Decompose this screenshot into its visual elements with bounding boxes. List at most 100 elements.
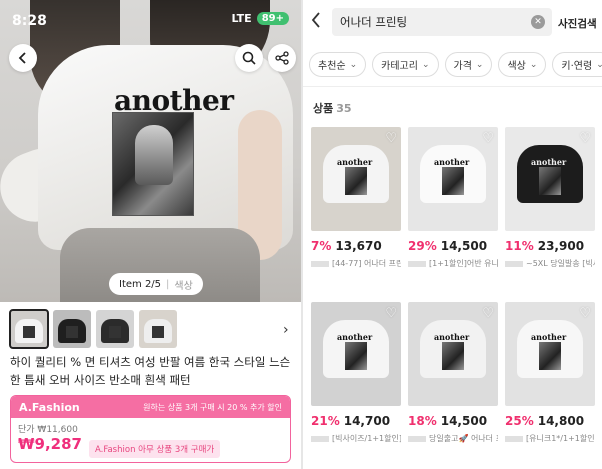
back-button[interactable] [9, 44, 37, 72]
product-thumbnail[interactable] [53, 310, 91, 348]
heart-icon[interactable]: ♡ [579, 306, 591, 321]
heart-icon[interactable]: ♡ [579, 131, 591, 146]
thumbnail-print [23, 326, 35, 338]
product-print-photo [345, 342, 367, 370]
product-image[interactable]: another ♡ [408, 127, 498, 231]
product-price: 13,670 [335, 239, 382, 253]
photo-search-button[interactable]: 사진검색 [558, 16, 597, 31]
product-print-photo [539, 167, 561, 195]
filter-chip-label: 카테고리 [381, 61, 418, 72]
heart-icon[interactable]: ♡ [385, 306, 397, 321]
product-image[interactable]: another ♡ [505, 302, 595, 406]
discount-percent: 11% [505, 239, 534, 253]
share-icon [275, 51, 289, 65]
product-print-photo [539, 342, 561, 370]
product-card[interactable]: another ♡ 25% 14,800 [유니크1*/1+1할인] [505, 302, 595, 444]
result-count: 상품 35 [313, 100, 352, 116]
product-name: [유니크1*/1+1할인] [505, 433, 595, 444]
hero-image-shape [135, 125, 173, 185]
search-input[interactable]: 어나더 프린팅 ✕ [332, 8, 552, 36]
product-price: 14,500 [440, 239, 488, 253]
product-print-photo [345, 167, 367, 195]
thumbnail-print [109, 326, 121, 338]
product-image[interactable]: another ♡ [311, 127, 401, 231]
back-button[interactable] [311, 12, 321, 33]
product-print-word: another [337, 332, 373, 342]
product-name: 당일출고🚀 어나더 프린 [408, 433, 498, 444]
search-query: 어나더 프린팅 [340, 15, 408, 29]
clear-icon[interactable]: ✕ [531, 15, 545, 29]
product-name: [44-77] 어나더 프린팅 [311, 258, 401, 269]
chevron-down-icon: ⌄ [421, 59, 430, 70]
discount-percent: 18% [408, 414, 437, 428]
product-price: 14,500 [440, 414, 488, 428]
product-hero-image[interactable]: another 8:28 LTE 89+ Item 2/5 | 색상 [0, 0, 301, 302]
product-print-photo [442, 342, 464, 370]
product-thumbnail[interactable] [96, 310, 134, 348]
product-name: ~5XL 당일발송 [빅사 [505, 258, 595, 269]
thumbnail-print [66, 326, 78, 338]
product-name: [빅사이즈/1+1할인] [311, 433, 401, 444]
color-label: 색상 [174, 280, 193, 292]
search-results-panel: 어나더 프린팅 ✕ 사진검색 추천순 ⌄ 카테고리 ⌄ 가격 ⌄ 색상 ⌄ 키·연령 ⌄ 상품 35… [303, 0, 602, 469]
filter-chip[interactable]: 카테고리 ⌄ [372, 52, 439, 77]
product-card[interactable]: another ♡ 11% 23,900 ~5XL 당일발송 [빅사 [505, 127, 595, 269]
filter-chip[interactable]: 추천순 ⌄ [309, 52, 367, 77]
discount-percent: 25% [505, 414, 534, 428]
bundle-deal-card[interactable]: A.Fashion 원하는 상품 3개 구매 시 20 % 추가 할인 단가 ₩… [10, 395, 291, 463]
deal-header: A.Fashion 원하는 상품 3개 구매 시 20 % 추가 할인 [11, 396, 290, 418]
product-price-line: 7% 13,670 [311, 239, 401, 253]
product-image[interactable]: another ♡ [505, 127, 595, 231]
product-card[interactable]: another ♡ 7%13,670 [44-77] 어나더 프린팅 [311, 127, 401, 269]
product-name: [1+1할인]어반 유니크] [408, 258, 498, 269]
filter-chip-label: 가격 [453, 61, 472, 72]
heart-icon[interactable]: ♡ [385, 131, 397, 146]
shirt-print-photo [112, 112, 194, 216]
chevron-right-icon[interactable]: › [283, 322, 289, 338]
product-price: 14,800 [537, 414, 585, 428]
product-price-line: 25% 14,800 [505, 414, 595, 428]
product-card[interactable]: another ♡ 21% 14,700 [빅사이즈/1+1할인] [311, 302, 401, 444]
thumbnail-print [152, 326, 164, 338]
product-thumbnail[interactable] [139, 310, 177, 348]
product-print-word: another [434, 332, 470, 342]
result-count-label: 상품 [313, 102, 334, 115]
share-button[interactable] [268, 44, 296, 72]
product-price-line: 18% 14,500 [408, 414, 498, 428]
section-divider [303, 86, 602, 87]
chevron-left-icon [18, 52, 26, 64]
filter-chip[interactable]: 가격 ⌄ [444, 52, 493, 77]
filter-chip[interactable]: 색상 ⌄ [498, 52, 547, 77]
image-counter-pill[interactable]: Item 2/5 | 색상 [109, 273, 203, 295]
product-card[interactable]: another ♡ 18%14,500 당일출고🚀 어나더 프린 [408, 302, 498, 444]
product-price-line: 11% 23,900 [505, 239, 595, 253]
product-image[interactable]: another ♡ [408, 302, 498, 406]
product-price: 14,700 [343, 414, 391, 428]
thumbnail-strip [9, 309, 177, 349]
product-card[interactable]: another ♡ 29%14,500 [1+1할인]어반 유니크] [408, 127, 498, 269]
counter-separator: | [166, 278, 170, 290]
product-thumbnail[interactable] [9, 309, 49, 349]
brand-name[interactable]: A.Fashion [19, 401, 80, 414]
unit-price: 단가 ₩11,600 [18, 425, 78, 435]
chevron-left-icon [311, 12, 320, 28]
filter-chip-label: 색상 [507, 61, 526, 72]
deal-note: 원하는 상품 3개 구매 시 20 % 추가 할인 [143, 402, 282, 412]
chevron-down-icon: ⌄ [596, 59, 602, 70]
filter-chips: 추천순 ⌄ 카테고리 ⌄ 가격 ⌄ 색상 ⌄ 키·연령 ⌄ [309, 52, 602, 77]
product-price: 23,900 [537, 239, 585, 253]
search-button[interactable] [235, 44, 263, 72]
product-print-word: another [531, 332, 567, 342]
chevron-down-icon: ⌄ [529, 59, 538, 70]
filter-chip-label: 추천순 [318, 61, 346, 72]
product-image[interactable]: another ♡ [311, 302, 401, 406]
deal-body: 단가 ₩11,600 ₩9,287 A.Fashion 아무 상품 3개 구매가 [11, 418, 290, 462]
filter-chip-label: 키·연령 [561, 61, 593, 72]
discount-percent: 29% [408, 239, 437, 253]
product-print-word: another [434, 157, 470, 167]
chevron-down-icon: ⌄ [349, 59, 358, 70]
heart-icon[interactable]: ♡ [482, 306, 494, 321]
heart-icon[interactable]: ♡ [482, 131, 494, 146]
filter-chip[interactable]: 키·연령 ⌄ [552, 52, 602, 77]
product-price-line: 29% 14,500 [408, 239, 498, 253]
